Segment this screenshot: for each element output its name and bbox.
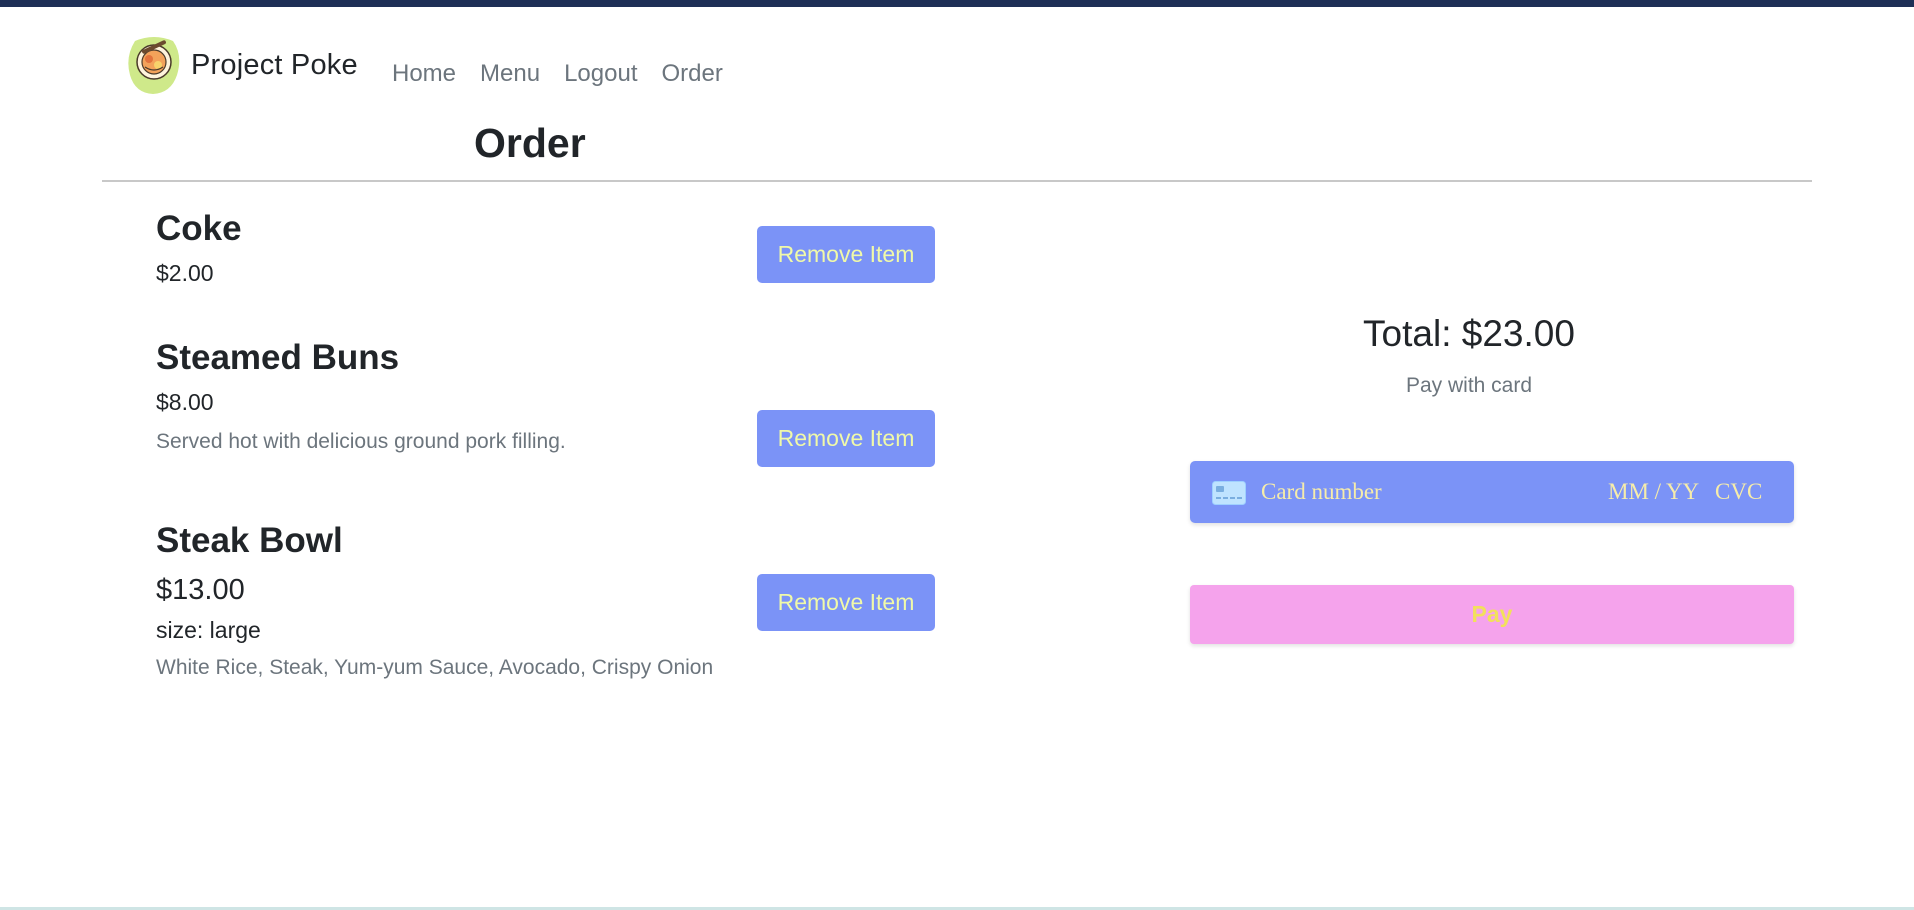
remove-item-button[interactable]: Remove Item [757, 410, 935, 467]
brand-link[interactable]: Project Poke [127, 34, 358, 96]
pay-button[interactable]: Pay [1190, 585, 1794, 644]
order-item-steak-bowl: Steak Bowl $13.00 size: large White Rice… [156, 523, 713, 680]
item-price: $2.00 [156, 260, 214, 286]
item-name: Steak Bowl [156, 521, 343, 560]
top-accent-bar [0, 0, 1914, 7]
order-item-coke: Coke $2.00 [156, 211, 242, 287]
item-description: Served hot with delicious ground pork fi… [156, 430, 566, 453]
item-name: Steamed Buns [156, 338, 400, 377]
brand-name: Project Poke [191, 48, 358, 81]
card-number-placeholder[interactable]: Card number [1261, 479, 1382, 505]
item-name: Coke [156, 209, 242, 248]
item-price: $8.00 [156, 389, 214, 415]
order-item-steamed-buns: Steamed Buns $8.00 Served hot with delic… [156, 340, 566, 454]
remove-item-button[interactable]: Remove Item [757, 574, 935, 631]
card-expiry-placeholder[interactable]: MM / YY [1608, 479, 1699, 505]
remove-item-button[interactable]: Remove Item [757, 226, 935, 283]
pay-with-card-label: Pay with card [1405, 374, 1533, 397]
page-title: Order [474, 120, 586, 166]
item-price: $13.00 [156, 574, 245, 606]
nav-logout-link[interactable]: Logout [564, 60, 637, 88]
nav-menu-link[interactable]: Menu [480, 60, 540, 88]
poke-bowl-logo-icon [127, 35, 181, 95]
credit-card-icon [1212, 481, 1246, 505]
item-size: size: large [156, 617, 261, 643]
card-input-field[interactable]: Card number MM / YY CVC [1190, 461, 1794, 523]
nav-order-link[interactable]: Order [661, 60, 722, 88]
header-divider [102, 180, 1812, 182]
card-cvc-placeholder[interactable]: CVC [1715, 479, 1762, 505]
order-total: Total: $23.00 [1363, 313, 1575, 354]
item-description: White Rice, Steak, Yum-yum Sauce, Avocad… [156, 656, 714, 679]
main-nav: Home Menu Logout Order [392, 60, 747, 88]
nav-home-link[interactable]: Home [392, 60, 456, 88]
